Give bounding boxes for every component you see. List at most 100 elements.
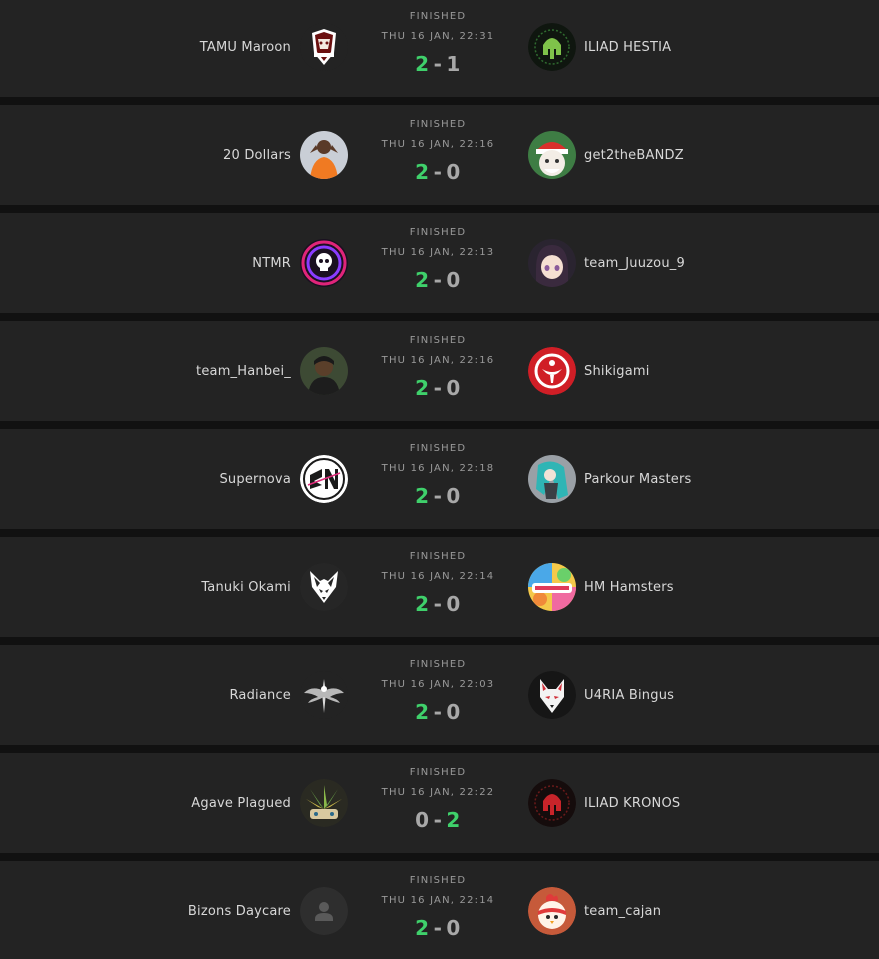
match-status: FINISHED	[409, 767, 467, 778]
match-info: FINISHED THU 16 JAN, 22:14 2-0	[360, 861, 516, 959]
home-team[interactable]: NTMR	[252, 213, 348, 313]
match-row[interactable]: TAMU Maroon FINISHED THU 16 JAN, 22:31 2…	[0, 0, 879, 97]
away-team-name[interactable]: Shikigami	[584, 364, 650, 379]
home-score: 2	[415, 268, 430, 292]
away-score: 0	[446, 484, 461, 508]
match-status: FINISHED	[409, 119, 467, 130]
home-team-name[interactable]: team_Hanbei_	[196, 364, 291, 379]
match-datetime: THU 16 JAN, 22:14	[381, 571, 495, 582]
match-datetime: THU 16 JAN, 22:16	[381, 355, 495, 366]
match-status: FINISHED	[409, 551, 467, 562]
away-team-name[interactable]: ILIAD KRONOS	[584, 796, 680, 811]
away-team[interactable]: team_cajan	[528, 861, 661, 959]
match-score: 2-0	[415, 916, 461, 940]
match-score: 2-0	[415, 268, 461, 292]
away-score: 0	[446, 700, 461, 724]
match-row[interactable]: Agave Plagued FINISHED THU 16 JAN, 22:22…	[0, 753, 879, 853]
home-team[interactable]: Tanuki Okami	[201, 537, 348, 637]
away-team[interactable]: ILIAD KRONOS	[528, 753, 680, 853]
home-team[interactable]: Radiance	[229, 645, 348, 745]
green-spartan-helmet-icon[interactable]	[528, 23, 576, 71]
away-team[interactable]: ILIAD HESTIA	[528, 0, 671, 97]
player-photo-icon[interactable]	[300, 347, 348, 395]
away-team[interactable]: Shikigami	[528, 321, 650, 421]
away-team-name[interactable]: get2theBANDZ	[584, 148, 684, 163]
match-info: FINISHED THU 16 JAN, 22:16 2-0	[360, 105, 516, 205]
anime-figure-icon[interactable]	[528, 455, 576, 503]
kitsune-mask-icon[interactable]	[528, 671, 576, 719]
home-team[interactable]: 20 Dollars	[223, 105, 348, 205]
home-team-name[interactable]: 20 Dollars	[223, 148, 291, 163]
neon-skull-icon[interactable]	[300, 239, 348, 287]
match-datetime: THU 16 JAN, 22:18	[381, 463, 495, 474]
match-datetime: THU 16 JAN, 22:14	[381, 895, 495, 906]
chicken-character-icon[interactable]	[528, 887, 576, 935]
home-score: 2	[415, 376, 430, 400]
home-team-name[interactable]: Bizons Daycare	[188, 904, 291, 919]
match-datetime: THU 16 JAN, 22:31	[381, 31, 495, 42]
away-team[interactable]: get2theBANDZ	[528, 105, 684, 205]
home-score: 2	[415, 484, 430, 508]
home-team[interactable]: Supernova	[219, 429, 348, 529]
home-team-name[interactable]: TAMU Maroon	[200, 40, 291, 55]
match-row[interactable]: Tanuki Okami FINISHED THU 16 JAN, 22:14 …	[0, 537, 879, 637]
home-team-name[interactable]: Tanuki Okami	[201, 580, 291, 595]
match-status: FINISHED	[409, 875, 467, 886]
match-score: 2-0	[415, 160, 461, 184]
match-row[interactable]: 20 Dollars FINISHED THU 16 JAN, 22:16 2-…	[0, 105, 879, 205]
match-info: FINISHED THU 16 JAN, 22:31 2-1	[360, 0, 516, 97]
match-row[interactable]: team_Hanbei_ FINISHED THU 16 JAN, 22:16 …	[0, 321, 879, 421]
home-team-name[interactable]: Supernova	[219, 472, 291, 487]
red-spartan-helmet-icon[interactable]	[528, 779, 576, 827]
match-info: FINISHED THU 16 JAN, 22:13 2-0	[360, 213, 516, 313]
match-info: FINISHED THU 16 JAN, 22:22 0-2	[360, 753, 516, 853]
match-row[interactable]: Supernova FINISHED THU 16 JAN, 22:18 2-0…	[0, 429, 879, 529]
away-score: 0	[446, 376, 461, 400]
away-team-name[interactable]: team_Juuzou_9	[584, 256, 685, 271]
away-score: 0	[446, 268, 461, 292]
hamsters-logo-icon[interactable]	[528, 563, 576, 611]
home-team-name[interactable]: NTMR	[252, 256, 291, 271]
away-team-name[interactable]: team_cajan	[584, 904, 661, 919]
away-team-name[interactable]: HM Hamsters	[584, 580, 674, 595]
away-score: 0	[446, 592, 461, 616]
away-score: 0	[446, 160, 461, 184]
away-team-name[interactable]: ILIAD HESTIA	[584, 40, 671, 55]
player-photo-icon[interactable]	[300, 131, 348, 179]
match-datetime: THU 16 JAN, 22:22	[381, 787, 495, 798]
sn-logo-icon[interactable]	[300, 455, 348, 503]
match-row[interactable]: Radiance FINISHED THU 16 JAN, 22:03 2-0 …	[0, 645, 879, 745]
match-status: FINISHED	[409, 335, 467, 346]
texas-aggie-logo-icon[interactable]	[300, 23, 348, 71]
anime-girl-icon[interactable]	[528, 239, 576, 287]
home-team[interactable]: team_Hanbei_	[196, 321, 348, 421]
match-status: FINISHED	[409, 443, 467, 454]
match-status: FINISHED	[409, 227, 467, 238]
match-row[interactable]: NTMR FINISHED THU 16 JAN, 22:13 2-0 team…	[0, 213, 879, 313]
away-team[interactable]: U4RIA Bingus	[528, 645, 674, 745]
away-team[interactable]: Parkour Masters	[528, 429, 691, 529]
default-avatar-icon[interactable]	[300, 887, 348, 935]
home-score: 2	[415, 700, 430, 724]
match-datetime: THU 16 JAN, 22:13	[381, 247, 495, 258]
winged-emblem-icon[interactable]	[300, 671, 348, 719]
away-team[interactable]: team_Juuzou_9	[528, 213, 685, 313]
away-team-name[interactable]: Parkour Masters	[584, 472, 691, 487]
home-team[interactable]: TAMU Maroon	[200, 0, 348, 97]
red-emblem-icon[interactable]	[528, 347, 576, 395]
match-info: FINISHED THU 16 JAN, 22:14 2-0	[360, 537, 516, 637]
agave-plant-icon[interactable]	[300, 779, 348, 827]
away-team-name[interactable]: U4RIA Bingus	[584, 688, 674, 703]
match-info: FINISHED THU 16 JAN, 22:16 2-0	[360, 321, 516, 421]
away-team[interactable]: HM Hamsters	[528, 537, 674, 637]
match-score: 2-0	[415, 484, 461, 508]
santa-cat-icon[interactable]	[528, 131, 576, 179]
match-score: 2-0	[415, 376, 461, 400]
wolf-head-icon[interactable]	[300, 563, 348, 611]
match-row[interactable]: Bizons Daycare FINISHED THU 16 JAN, 22:1…	[0, 861, 879, 959]
home-team-name[interactable]: Agave Plagued	[191, 796, 291, 811]
home-team[interactable]: Bizons Daycare	[188, 861, 348, 959]
match-datetime: THU 16 JAN, 22:16	[381, 139, 495, 150]
home-team-name[interactable]: Radiance	[229, 688, 291, 703]
home-team[interactable]: Agave Plagued	[191, 753, 348, 853]
